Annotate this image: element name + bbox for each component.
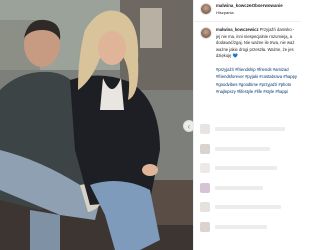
comment-text — [215, 166, 277, 170]
comment-avatar[interactable] — [200, 163, 210, 173]
comment-item — [200, 202, 298, 212]
hashtag-list: #przyjaźń #friendship #friends #amizad #… — [216, 66, 299, 96]
comment-text — [215, 147, 270, 151]
comment-text — [215, 127, 285, 131]
caption-line: malwina_kowczewicz Przyjaźń damsko - — [216, 27, 295, 32]
avatar[interactable] — [200, 3, 212, 15]
comment-text — [215, 225, 267, 229]
comment-avatar[interactable] — [200, 222, 210, 232]
caption-line: jej nie ma, inni niespecjalnie rozumieją… — [216, 33, 293, 39]
comment-avatar[interactable] — [200, 202, 210, 212]
caption-line: dodawać/zgaj. Nie ważne ile trwa, nie wa… — [216, 40, 295, 46]
comment-item — [200, 183, 298, 193]
post-header: malwina_kowczo • Obserwowanie Hiszpania — [194, 0, 301, 22]
post-location[interactable]: Hiszpania — [216, 10, 234, 15]
comment-avatar[interactable] — [200, 144, 210, 154]
chevron-left-icon[interactable]: ‹ — [183, 120, 193, 132]
caption-username[interactable]: malwina_kowczewicz — [216, 27, 259, 32]
post-photo: ‹ — [0, 0, 193, 250]
comment-item — [200, 163, 298, 173]
comment-item — [200, 144, 298, 154]
hashtag-line[interactable]: #najlepszy #lifestyle #life #style #happ… — [216, 88, 299, 95]
comment-text — [215, 205, 281, 209]
comment-item — [200, 124, 298, 134]
caption-text: malwina_kowczewicz Przyjaźń damsko - jej… — [216, 27, 299, 60]
comment-avatar[interactable] — [200, 183, 210, 193]
comment-text — [215, 186, 263, 190]
hashtag-line[interactable]: #friendsforever #pyjaki #costabrava #hap… — [216, 73, 299, 80]
caption-line: dziękuję 💙 — [216, 53, 238, 59]
photo-illustration — [0, 0, 193, 250]
follow-status[interactable]: • Obserwowanie — [249, 3, 283, 8]
comment-item — [200, 222, 298, 232]
comment-avatar[interactable] — [200, 124, 210, 134]
post-username[interactable]: malwina_kowczo — [216, 3, 252, 8]
hashtag-line[interactable]: #przyjaźń #friendship #friends #amizad — [216, 66, 299, 73]
caption-line: ważne jakie drogi przeszła. Ważne, że je… — [216, 46, 294, 52]
post-details-panel: malwina_kowczo • Obserwowanie Hiszpania … — [193, 0, 301, 250]
hashtag-line[interactable]: #goodvibes #goodtime #przyjaźń #photo — [216, 81, 299, 88]
caption-avatar[interactable] — [200, 27, 212, 39]
